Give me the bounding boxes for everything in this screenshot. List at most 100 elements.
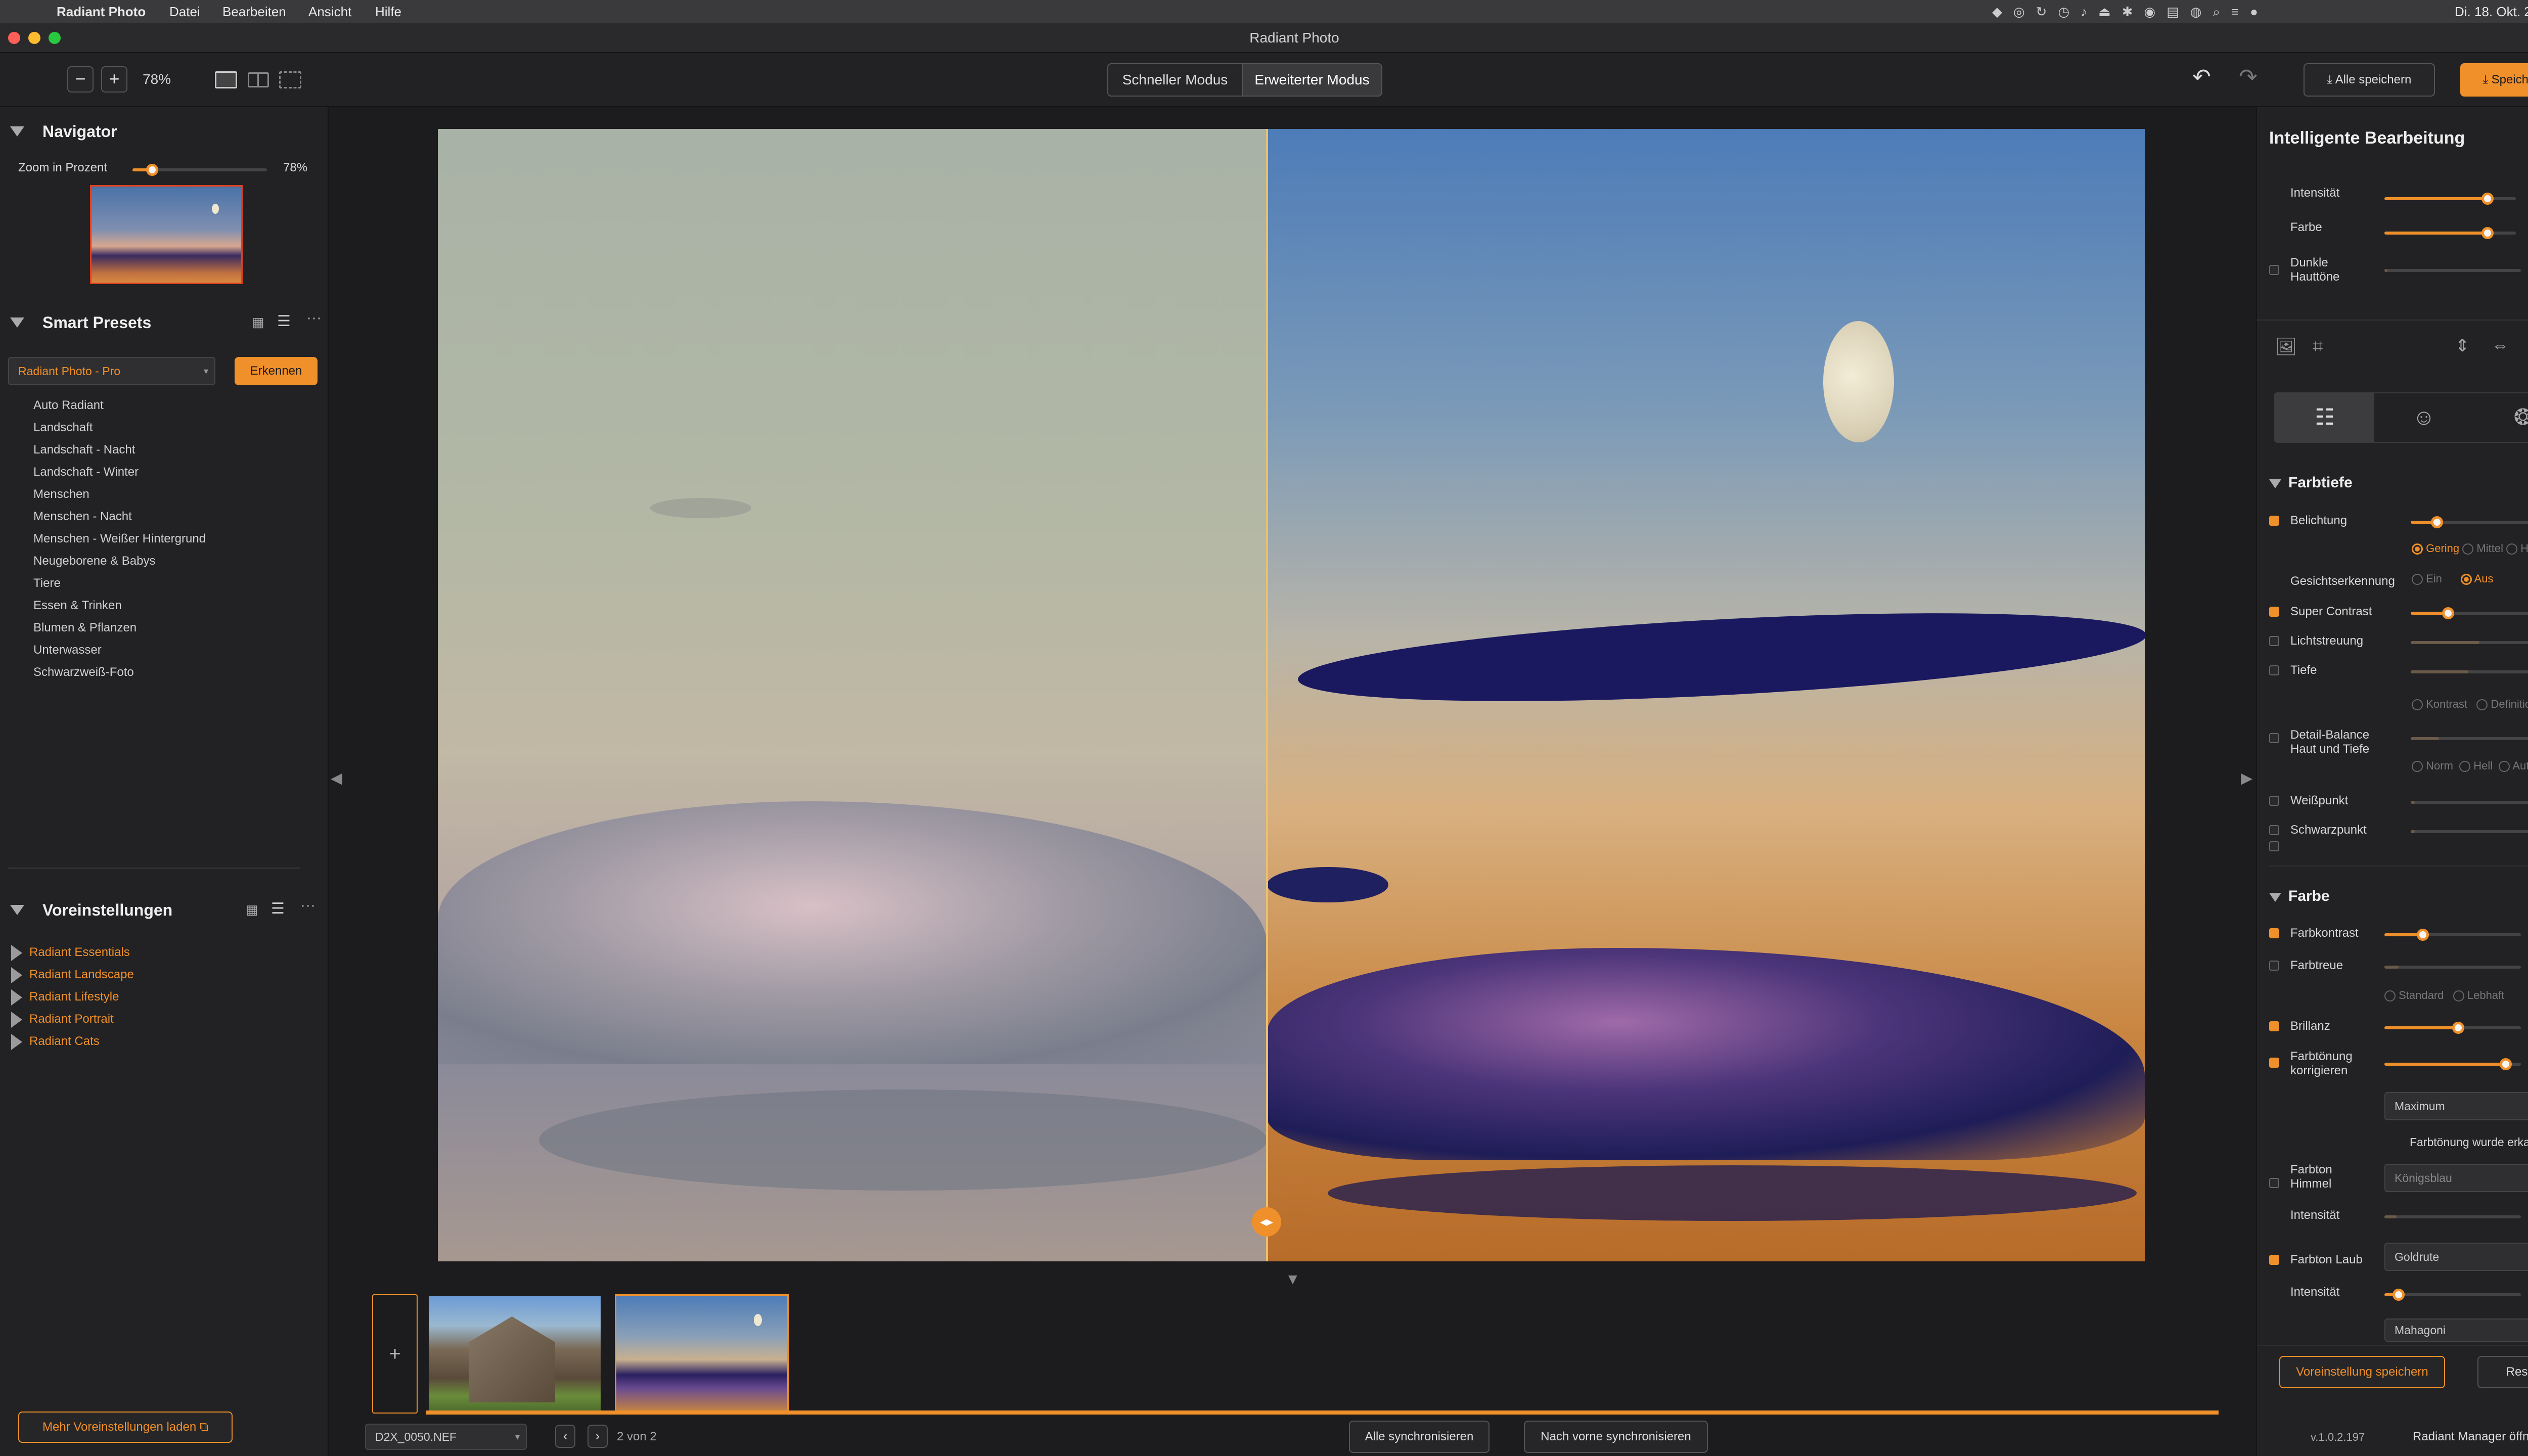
smart-preset-dropdown[interactable]: Radiant Photo - Pro	[8, 357, 215, 385]
weisspunkt-slider[interactable]	[2411, 801, 2528, 804]
farbtiefe-collapse-icon[interactable]	[2269, 479, 2281, 491]
radio-standard[interactable]	[2384, 990, 2396, 1002]
farbkontrast-slider[interactable]	[2384, 929, 2521, 941]
navigator-thumbnail[interactable]	[90, 185, 243, 284]
slider-knob[interactable]	[2442, 607, 2454, 619]
navigator-zoom-slider[interactable]	[132, 164, 267, 176]
lichtstreuung-slider[interactable]	[2411, 641, 2528, 644]
mode-simple-button[interactable]: Schneller Modus	[1108, 64, 1242, 96]
farbtoenung-dropdown[interactable]: Maximum	[2384, 1092, 2528, 1120]
more-icon[interactable]: ···	[300, 897, 315, 914]
slider-knob[interactable]	[2417, 929, 2429, 941]
save-button[interactable]: ⤓ Speichern	[2460, 63, 2528, 97]
tiefe-slider[interactable]	[2411, 670, 2528, 673]
redo-icon[interactable]: ↷	[2239, 64, 2258, 90]
color-slider[interactable]	[2384, 227, 2516, 239]
preset-folder[interactable]: Radiant Portrait	[11, 1008, 134, 1030]
list-item[interactable]: Blumen & Pflanzen	[33, 617, 206, 639]
radio-definition[interactable]	[2476, 699, 2488, 711]
list-item[interactable]: Landschaft - Winter	[33, 461, 206, 483]
more-icon[interactable]: ···	[306, 309, 322, 327]
sync-forward-button[interactable]: Nach vorne synchronisieren	[1524, 1421, 1708, 1453]
flip-horizontal-icon[interactable]: ⇔	[2492, 336, 2509, 355]
slider-knob[interactable]	[2452, 1022, 2464, 1034]
preset-folder[interactable]: Radiant Lifestyle	[11, 986, 134, 1008]
weisspunkt-checkbox[interactable]	[2269, 796, 2279, 806]
farbtreue-slider[interactable]	[2384, 966, 2521, 969]
reset-button[interactable]: Reset	[2477, 1356, 2528, 1388]
radio-mittel[interactable]	[2462, 543, 2474, 555]
list-item[interactable]: Essen & Trinken	[33, 595, 206, 617]
farbton-himmel-checkbox[interactable]	[2269, 1178, 2279, 1188]
extra-color-dropdown[interactable]: Mahagoni	[2384, 1318, 2528, 1342]
save-all-button[interactable]: ⤓ Alle speichern	[2304, 63, 2435, 97]
slider-knob[interactable]	[2500, 1058, 2512, 1070]
farbton-laub-checkbox[interactable]	[2269, 1255, 2279, 1265]
preset-folder[interactable]: Radiant Essentials	[11, 941, 134, 964]
divider[interactable]	[2257, 1345, 2528, 1346]
filmstrip-thumbnail-selected[interactable]	[615, 1294, 789, 1414]
radio-ein[interactable]	[2412, 574, 2423, 585]
menu-hilfe[interactable]: Hilfe	[375, 4, 401, 20]
add-image-button[interactable]: +	[372, 1294, 418, 1414]
list-item[interactable]: Menschen - Weißer Hintergrund	[33, 528, 206, 550]
menu-clock[interactable]: Di. 18. Okt. 22:39	[2455, 4, 2528, 20]
detect-button[interactable]: Erkennen	[235, 357, 318, 385]
crop-icon[interactable]: ⌗	[2313, 336, 2323, 357]
radio-lebhaft[interactable]	[2453, 990, 2464, 1002]
tab-color-circles-icon[interactable]: ❂	[2473, 393, 2528, 442]
farbe-collapse-icon[interactable]	[2269, 893, 2281, 904]
expand-icon[interactable]	[11, 989, 22, 1006]
prev-image-button[interactable]: ‹	[555, 1425, 575, 1448]
open-manager-link[interactable]: Radiant Manager öffnen	[2413, 1430, 2528, 1444]
list-item[interactable]: Menschen - Nacht	[33, 506, 206, 528]
lichtstreuung-checkbox[interactable]	[2269, 636, 2279, 646]
collapse-filmstrip-icon[interactable]: ▼	[1285, 1271, 1300, 1288]
farbtreue-checkbox[interactable]	[2269, 961, 2279, 971]
farbton-himmel-dropdown[interactable]: Königsblau	[2384, 1164, 2528, 1192]
menu-app-name[interactable]: Radiant Photo	[57, 4, 146, 20]
list-item[interactable]: Neugeborene & Babys	[33, 550, 206, 572]
slider-knob[interactable]	[2481, 193, 2494, 205]
smart-presets-collapse-icon[interactable]	[10, 317, 24, 330]
list-item[interactable]: Tiere	[33, 572, 206, 595]
slider-knob[interactable]	[146, 164, 158, 176]
menu-datei[interactable]: Datei	[169, 4, 200, 20]
farbkontrast-checkbox[interactable]	[2269, 928, 2279, 938]
grid-view-icon[interactable]: ▦	[246, 902, 258, 918]
save-preset-button[interactable]: Voreinstellung speichern	[2279, 1356, 2445, 1388]
farbtoenung-slider[interactable]	[2384, 1058, 2521, 1070]
flip-vertical-icon[interactable]: ⇕	[2455, 336, 2470, 356]
list-view-icon[interactable]: ☰	[271, 900, 285, 918]
detail-balance-slider[interactable]	[2411, 737, 2528, 740]
collapse-left-panel-icon[interactable]: ◀	[331, 769, 342, 787]
undo-icon[interactable]: ↶	[2192, 64, 2211, 90]
zoom-in-button[interactable]: +	[101, 66, 127, 93]
detail-balance-checkbox[interactable]	[2269, 733, 2279, 743]
slider-knob[interactable]	[2431, 516, 2443, 528]
close-window-button[interactable]	[8, 32, 20, 44]
image-icon[interactable]: 🖼	[2275, 337, 2297, 357]
sync-all-button[interactable]: Alle synchronisieren	[1349, 1421, 1489, 1453]
minimize-window-button[interactable]	[28, 32, 40, 44]
schwarzpunkt-checkbox[interactable]	[2269, 825, 2279, 835]
filename-dropdown[interactable]: D2X_0050.NEF	[365, 1424, 527, 1450]
collapse-right-panel-icon[interactable]: ▶	[2241, 769, 2252, 787]
split-view-icon[interactable]	[248, 72, 269, 87]
compare-view-icon[interactable]	[279, 71, 301, 88]
divider[interactable]	[8, 868, 300, 869]
super-contrast-slider[interactable]	[2411, 607, 2528, 619]
schwarzpunkt-slider[interactable]	[2411, 830, 2528, 833]
tab-adjustments-sliders-icon[interactable]: ☷	[2275, 393, 2374, 442]
list-item[interactable]: Landschaft	[33, 417, 206, 439]
load-more-presets-button[interactable]: Mehr Voreinstellungen laden ⧉	[18, 1412, 233, 1443]
list-item[interactable]: Landschaft - Nacht	[33, 439, 206, 461]
presets-collapse-icon[interactable]	[10, 905, 24, 918]
expand-icon[interactable]	[11, 1011, 22, 1028]
filmstrip-thumbnail[interactable]	[429, 1296, 601, 1414]
brillanz-slider[interactable]	[2384, 1022, 2521, 1034]
grid-view-icon[interactable]: ▦	[252, 314, 264, 330]
slider-knob[interactable]	[2392, 1289, 2405, 1301]
list-view-icon[interactable]: ☰	[277, 312, 291, 330]
compare-divider[interactable]	[1266, 129, 1268, 1261]
